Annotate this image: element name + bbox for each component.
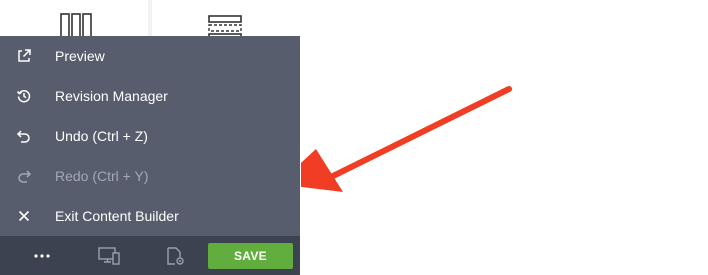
rows-icon (208, 15, 242, 38)
menu-item-label: Exit Content Builder (55, 208, 179, 224)
redo-icon (18, 170, 32, 183)
builder-panel: Preview Revision Manager Undo (Ctrl + Z)… (0, 0, 300, 275)
menu-item-label: Redo (Ctrl + Y) (55, 168, 149, 184)
responsive-devices-icon (98, 246, 120, 265)
menu-item-exit-content-builder[interactable]: Exit Content Builder (0, 196, 300, 236)
columns-element-tile[interactable] (0, 0, 148, 38)
page-settings-button[interactable] (158, 236, 192, 275)
save-button[interactable]: SAVE (208, 243, 293, 269)
menu-item-redo: Redo (Ctrl + Y) (0, 156, 300, 196)
menu-item-label: Revision Manager (55, 88, 168, 104)
more-options-button[interactable] (22, 236, 62, 275)
page-settings-icon (167, 246, 184, 265)
element-tiles (0, 0, 300, 38)
content-canvas (301, 0, 708, 275)
more-dots-icon (34, 253, 50, 258)
menu-item-revision-manager[interactable]: Revision Manager (0, 76, 300, 116)
external-link-icon (18, 49, 31, 62)
columns-icon (60, 13, 92, 38)
rows-element-tile[interactable] (152, 0, 300, 38)
menu-item-preview[interactable]: Preview (0, 36, 300, 76)
responsive-view-button[interactable] (92, 236, 126, 275)
menu-item-label: Preview (55, 48, 105, 64)
builder-options-menu: Preview Revision Manager Undo (Ctrl + Z)… (0, 36, 300, 236)
undo-icon (16, 130, 30, 143)
menu-item-undo[interactable]: Undo (Ctrl + Z) (0, 116, 300, 156)
close-icon (18, 210, 30, 222)
history-icon (16, 89, 31, 103)
annotation-arrow (301, 86, 512, 192)
menu-item-label: Undo (Ctrl + Z) (55, 128, 148, 144)
